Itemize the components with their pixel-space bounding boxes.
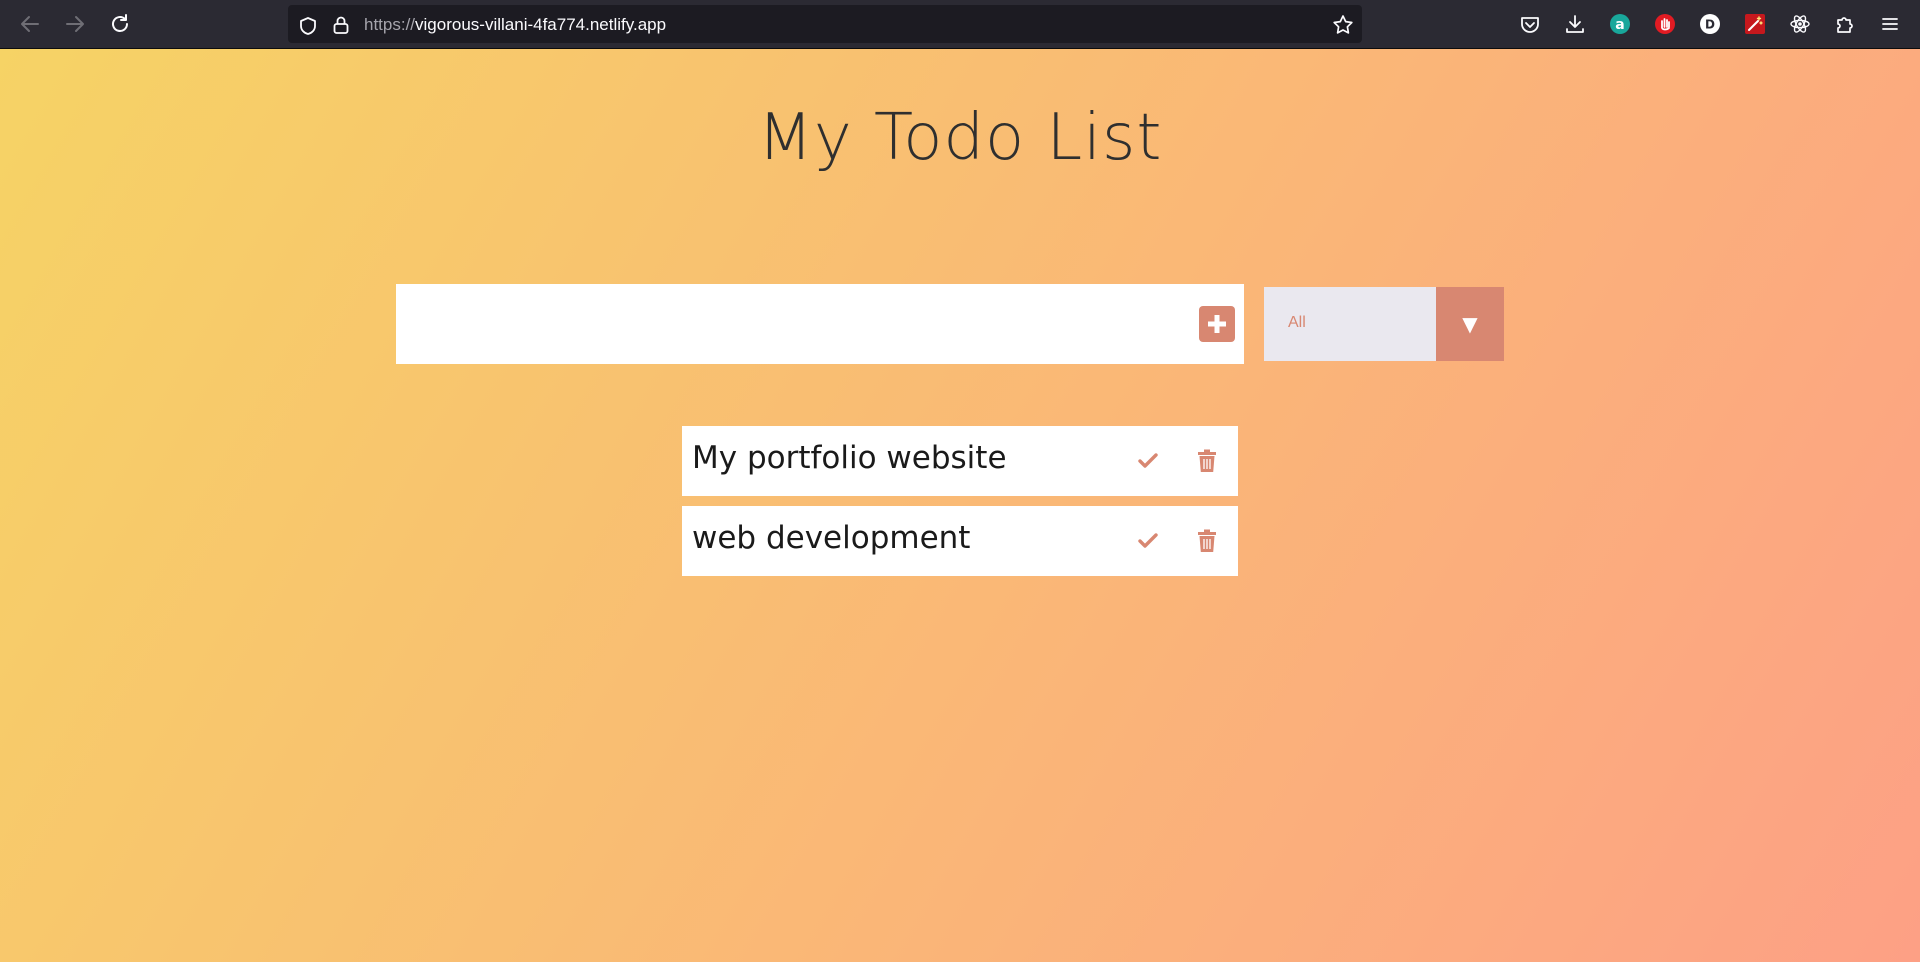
browser-toolbar: https://vigorous-villani-4fa774.netlify.… (0, 0, 1920, 49)
lock-icon[interactable] (332, 15, 350, 35)
extensions-button[interactable] (1832, 11, 1858, 37)
reload-button[interactable] (106, 10, 134, 38)
wand-extension-icon (1745, 14, 1765, 34)
todo-item: web development (682, 506, 1238, 576)
forward-button[interactable] (61, 10, 89, 38)
pocket-icon (1521, 17, 1539, 33)
star-icon[interactable] (1332, 14, 1354, 36)
shield-icon[interactable] (298, 16, 318, 36)
arrow-left-icon (21, 16, 39, 32)
url-text[interactable]: https://vigorous-villani-4fa774.netlify.… (364, 15, 666, 35)
delete-button[interactable] (1194, 447, 1220, 475)
dropdown-arrow[interactable]: ▼ (1436, 287, 1504, 361)
page-content: My Todo List All ▼ My portfolio website … (0, 49, 1920, 962)
todo-list: My portfolio website web development (682, 426, 1238, 586)
complete-button[interactable] (1135, 528, 1161, 554)
todo-text: My portfolio website (692, 440, 1007, 476)
download-icon (1566, 15, 1584, 33)
react-devtools-icon (1790, 15, 1810, 33)
extension-hand-button[interactable] (1652, 11, 1678, 37)
page-title: My Todo List (757, 101, 1163, 175)
puzzle-icon (1837, 17, 1853, 33)
svg-text:a: a (1615, 17, 1624, 33)
extension-amazon-button[interactable]: a (1607, 11, 1633, 37)
amazon-extension-icon: a (1610, 14, 1630, 34)
back-button[interactable] (16, 10, 44, 38)
plus-icon (1208, 315, 1226, 333)
extension-d-button[interactable]: D (1697, 11, 1723, 37)
triangle-down-icon: ▼ (1462, 312, 1478, 336)
check-icon (1138, 533, 1158, 548)
filter-selected-value: All (1288, 314, 1306, 331)
arrow-right-icon (66, 16, 84, 32)
delete-button[interactable] (1194, 527, 1220, 555)
downloads-button[interactable] (1562, 11, 1588, 37)
todo-input[interactable] (396, 284, 1176, 364)
url-host: vigorous-villani-4fa774.netlify.app (415, 15, 667, 34)
todo-text: web development (692, 520, 971, 556)
filter-select[interactable]: All ▼ (1264, 287, 1504, 361)
complete-button[interactable] (1135, 448, 1161, 474)
address-bar[interactable]: https://vigorous-villani-4fa774.netlify.… (288, 5, 1362, 43)
check-icon (1138, 453, 1158, 468)
svg-text:D: D (1705, 18, 1715, 32)
url-scheme: https:// (364, 15, 416, 34)
trash-icon (1198, 449, 1216, 472)
todo-item: My portfolio website (682, 426, 1238, 496)
todo-form (396, 284, 1244, 364)
hamburger-menu-icon (1882, 18, 1898, 30)
pocket-button[interactable] (1517, 11, 1543, 37)
extension-react-button[interactable] (1787, 11, 1813, 37)
extension-wand-button[interactable] (1742, 11, 1768, 37)
reload-icon (112, 14, 128, 32)
trash-icon (1198, 529, 1216, 552)
app-menu-button[interactable] (1877, 11, 1903, 37)
d-extension-icon: D (1700, 14, 1720, 34)
add-todo-button[interactable] (1199, 306, 1235, 342)
hand-extension-icon (1655, 14, 1675, 34)
